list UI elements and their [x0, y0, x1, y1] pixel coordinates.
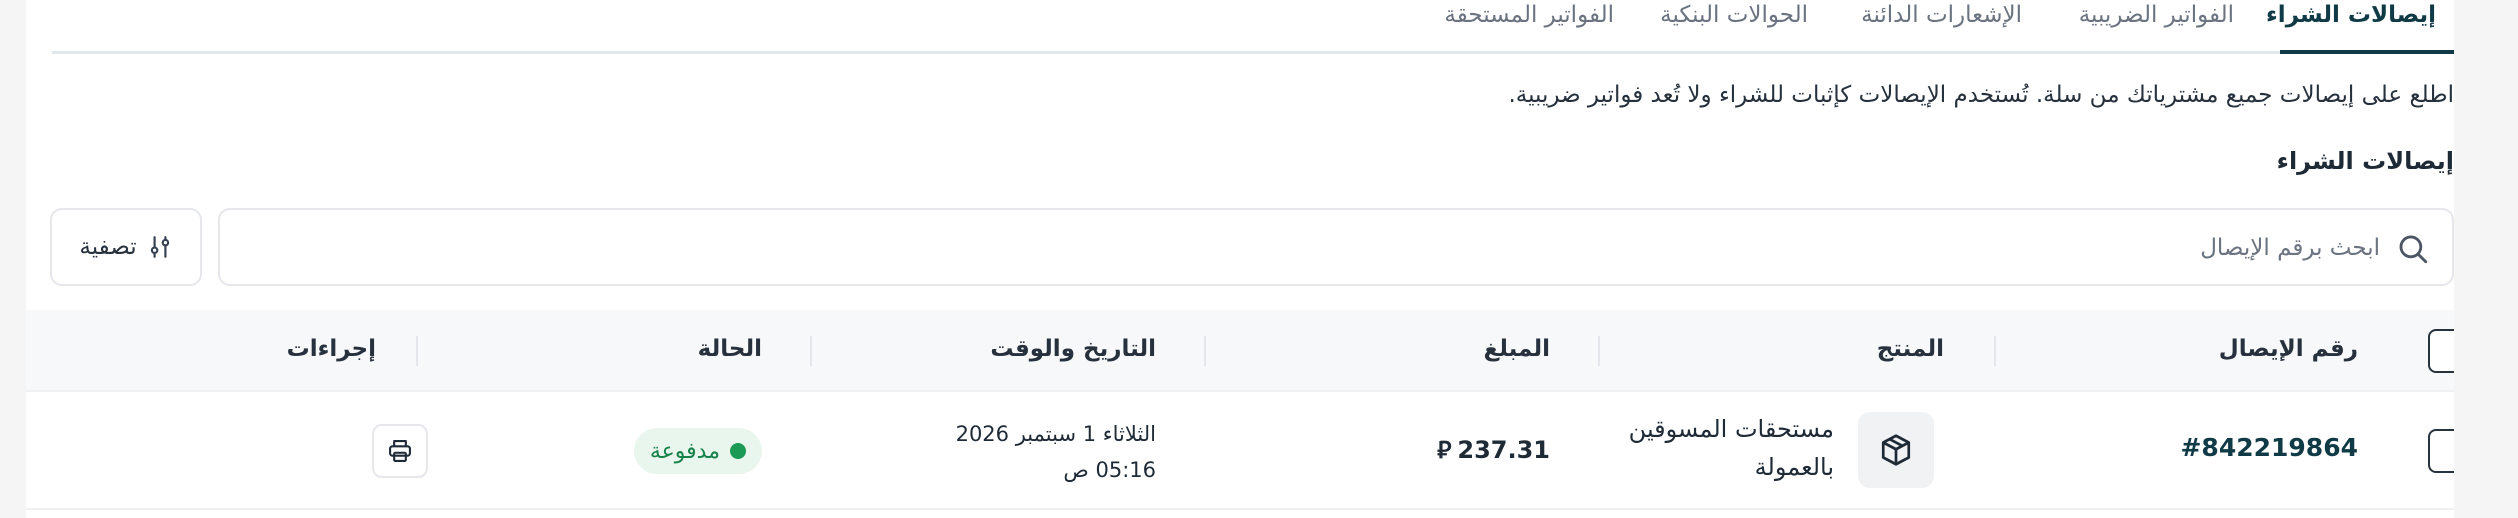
select-all-checkbox[interactable] [2428, 329, 2454, 373]
time-text: 05:16 ص [1063, 458, 1156, 482]
header-datetime: التاريخ والوقت [990, 336, 1156, 362]
page-description: اطلع على إيصالات جميع مشترياتك من سلة. ت… [1508, 82, 2454, 108]
search-box[interactable] [218, 208, 2454, 286]
header-actions: إجراءات [286, 336, 376, 362]
header-product: المنتج [1876, 336, 1944, 362]
table-header: رقم الإيصال المنتج المبلغ التاريخ والوقت… [26, 310, 2454, 392]
tab-bank-transfers[interactable]: الحوالات البنكية [1660, 0, 1808, 54]
receipts-table: رقم الإيصال المنتج المبلغ التاريخ والوقت… [26, 310, 2454, 510]
print-button[interactable] [372, 424, 428, 478]
product-thumbnail [1858, 412, 1934, 488]
riyal-icon: ⃁ [1437, 436, 1452, 464]
filter-button[interactable]: تصفية [50, 208, 202, 286]
product-name-line2: بالعمولة [1754, 453, 1834, 481]
column-divider [1598, 336, 1600, 366]
section-title: إيصالات الشراء [2276, 147, 2454, 175]
tab-purchase-receipts[interactable]: إيصالات الشراء [2266, 0, 2436, 54]
active-tab-indicator [2280, 50, 2454, 54]
date-text: الثلاثاء 1 سبتمبر 2026 [955, 422, 1156, 446]
tab-credit-notes[interactable]: الإشعارات الدائنة [1861, 0, 2022, 54]
receipts-panel: إيصالات الشراء الفواتير الضريبية الإشعار… [26, 0, 2454, 518]
amount: 237.31 ⃁ [1437, 434, 1550, 465]
status-dot [730, 443, 746, 459]
product-name-line1: مستحقات المسوقين [1628, 415, 1834, 443]
table-row[interactable]: #842219864 مستحقات المسوقين بالعمولة 237… [26, 392, 2454, 510]
printer-icon [389, 440, 411, 462]
product-name: مستحقات المسوقين بالعمولة [1594, 410, 1834, 486]
row-checkbox[interactable] [2428, 429, 2454, 473]
tab-due-invoices[interactable]: الفواتير المستحقة [1444, 0, 1614, 54]
column-divider [416, 336, 418, 366]
search-icon [2399, 235, 2428, 264]
tabs-bar: إيصالات الشراء الفواتير الضريبية الإشعار… [52, 0, 2454, 54]
receipt-number-link[interactable]: #842219864 [2180, 433, 2358, 462]
column-divider [810, 336, 812, 366]
datetime: الثلاثاء 1 سبتمبر 2026 05:16 ص [956, 416, 1156, 488]
column-divider [1994, 336, 1996, 366]
tab-tax-invoices[interactable]: الفواتير الضريبية [2079, 0, 2234, 54]
package-icon [1881, 434, 1911, 466]
amount-value: 237.31 [1457, 435, 1550, 464]
header-receipt-no: رقم الإيصال [2218, 336, 2358, 362]
column-divider [1204, 336, 1206, 366]
status-label: مدفوعة [649, 438, 720, 464]
sliders-icon [150, 236, 169, 258]
header-amount: المبلغ [1483, 336, 1550, 362]
status-badge: مدفوعة [633, 428, 762, 474]
search-input[interactable] [280, 226, 2380, 270]
filter-label: تصفية [79, 234, 137, 260]
header-status: الحالة [697, 336, 762, 362]
